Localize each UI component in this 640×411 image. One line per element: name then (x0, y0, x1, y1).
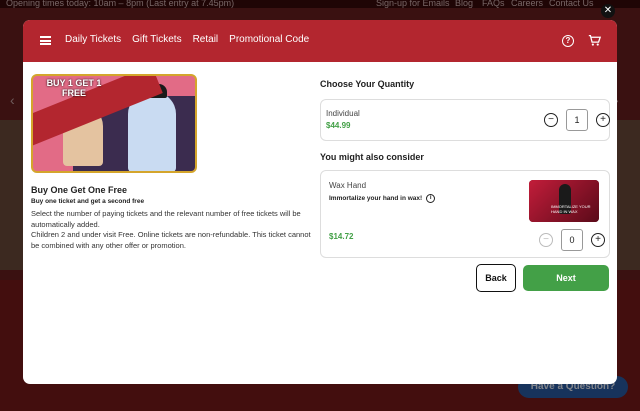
info-icon[interactable]: i (426, 194, 436, 203)
header-nav: Daily Tickets Gift Tickets Retail Promot… (65, 34, 309, 45)
next-button[interactable]: Next (523, 265, 609, 291)
close-modal-button[interactable]: ✕ (601, 4, 615, 18)
product-subtitle: Buy one ticket and get a second free (31, 198, 145, 205)
upsell-card: Wax Hand Immortalize your hand in wax! i… (320, 170, 610, 258)
upsell-stepper: − 0 + (539, 229, 605, 251)
ticket-modal: Daily Tickets Gift Tickets Retail Promot… (23, 20, 617, 384)
quantity-stepper: − 1 + (544, 109, 610, 131)
upsell-price: $14.72 (329, 232, 354, 241)
quantity-heading: Choose Your Quantity (320, 79, 415, 89)
quantity-card: Individual $44.99 − 1 + (320, 99, 610, 141)
help-icon[interactable]: ? (562, 35, 574, 47)
upsell-name: Wax Hand (329, 181, 367, 190)
cart-icon[interactable] (588, 34, 601, 47)
ticket-type-label: Individual (326, 109, 360, 118)
upsell-thumbnail: IMMORTALIZE YOUR HAND IN WAX (529, 180, 599, 222)
decrement-button[interactable]: − (544, 113, 558, 127)
back-button[interactable]: Back (476, 264, 516, 292)
quantity-input[interactable]: 1 (566, 109, 588, 131)
modal-header: Daily Tickets Gift Tickets Retail Promot… (23, 20, 617, 62)
nav-promotional-code[interactable]: Promotional Code (229, 34, 309, 45)
increment-button[interactable]: + (596, 113, 610, 127)
upsell-tagline: Immortalize your hand in wax! i (329, 194, 436, 203)
upsell-increment-button[interactable]: + (591, 233, 605, 247)
promo-badge: BUY 1 GET 1 FREE (46, 78, 102, 98)
promo-image: BUY 1 GET 1 FREE (31, 74, 197, 173)
nav-gift-tickets[interactable]: Gift Tickets (132, 34, 181, 45)
product-title: Buy One Get One Free (31, 185, 128, 195)
nav-daily-tickets[interactable]: Daily Tickets (65, 34, 121, 45)
upsell-heading: You might also consider (320, 152, 424, 162)
nav-retail[interactable]: Retail (193, 34, 219, 45)
ticket-price: $44.99 (326, 121, 351, 130)
close-icon: ✕ (603, 5, 613, 16)
hamburger-menu-icon[interactable] (40, 36, 51, 45)
upsell-decrement-button[interactable]: − (539, 233, 553, 247)
product-description: Select the number of paying tickets and … (31, 209, 311, 250)
upsell-quantity-input[interactable]: 0 (561, 229, 583, 251)
